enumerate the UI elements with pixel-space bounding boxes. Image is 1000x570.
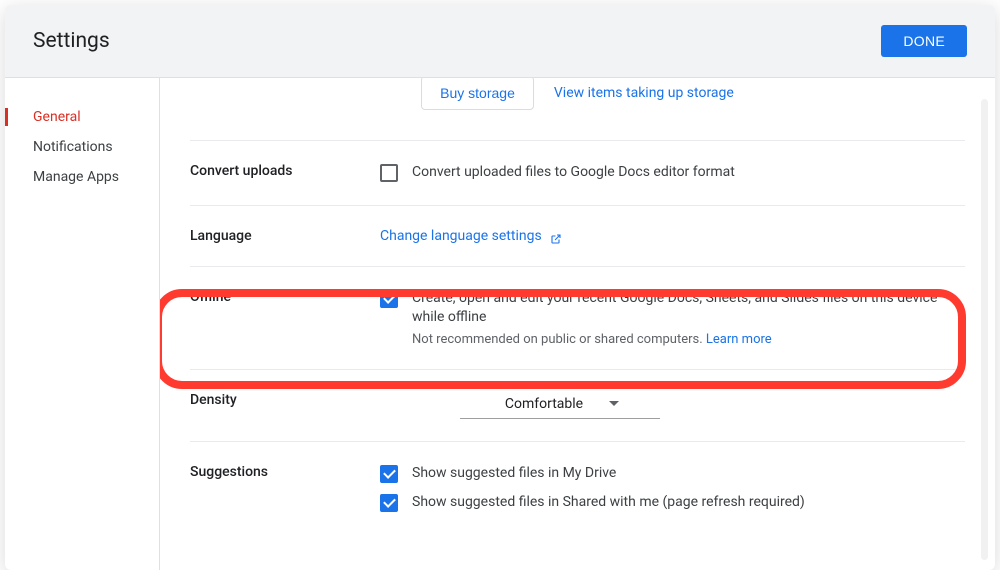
- suggestions-section: Suggestions Show suggested files in My D…: [190, 441, 965, 535]
- sidebar-item-label: General: [33, 109, 81, 125]
- offline-subtext: Not recommended on public or shared comp…: [412, 332, 965, 347]
- done-button[interactable]: DONE: [881, 25, 967, 57]
- change-language-link[interactable]: Change language settings: [380, 228, 542, 244]
- offline-section: Offline Create, open and edit your recen…: [190, 266, 965, 369]
- suggestions-shared-checkbox[interactable]: [380, 494, 398, 512]
- dialog-body: General Notifications Manage Apps Buy st…: [5, 78, 995, 570]
- sidebar-item-label: Manage Apps: [33, 169, 119, 185]
- scrollbar[interactable]: [981, 99, 988, 560]
- section-label-suggestions: Suggestions: [190, 464, 380, 480]
- sidebar-item-notifications[interactable]: Notifications: [5, 132, 159, 162]
- buy-storage-button[interactable]: Buy storage: [421, 78, 534, 110]
- convert-label: Convert uploaded files to Google Docs ed…: [412, 163, 735, 183]
- section-label-offline: Offline: [190, 289, 380, 305]
- section-label-density: Density: [190, 392, 380, 408]
- suggestions-mydrive-label: Show suggested files in My Drive: [412, 464, 616, 484]
- suggestions-mydrive-checkbox[interactable]: [380, 465, 398, 483]
- sidebar-item-manage-apps[interactable]: Manage Apps: [5, 162, 159, 192]
- language-section: Language Change language settings: [190, 205, 965, 266]
- chevron-down-icon: [609, 401, 619, 406]
- dialog-header: Settings DONE: [5, 5, 995, 78]
- settings-content[interactable]: Buy storage View items taking up storage…: [160, 78, 995, 570]
- sidebar-item-general[interactable]: General: [5, 102, 159, 132]
- offline-label: Create, open and edit your recent Google…: [412, 289, 965, 328]
- section-label-language: Language: [190, 228, 380, 244]
- page-title: Settings: [33, 29, 110, 53]
- view-storage-link[interactable]: View items taking up storage: [554, 85, 734, 101]
- external-link-icon: [550, 230, 562, 242]
- learn-more-link[interactable]: Learn more: [706, 332, 772, 347]
- density-select[interactable]: Comfortable: [460, 392, 660, 419]
- offline-checkbox[interactable]: [380, 290, 398, 308]
- convert-checkbox[interactable]: [380, 164, 398, 182]
- convert-section: Convert uploads Convert uploaded files t…: [190, 140, 965, 205]
- storage-section: Buy storage View items taking up storage: [190, 78, 965, 140]
- sidebar-item-label: Notifications: [33, 139, 113, 155]
- density-section: Density Comfortable: [190, 369, 965, 441]
- section-label-convert: Convert uploads: [190, 163, 380, 179]
- sidebar: General Notifications Manage Apps: [5, 78, 160, 570]
- density-value: Comfortable: [505, 396, 583, 412]
- settings-dialog: Settings DONE General Notifications Mana…: [5, 5, 995, 570]
- suggestions-shared-label: Show suggested files in Shared with me (…: [412, 493, 805, 513]
